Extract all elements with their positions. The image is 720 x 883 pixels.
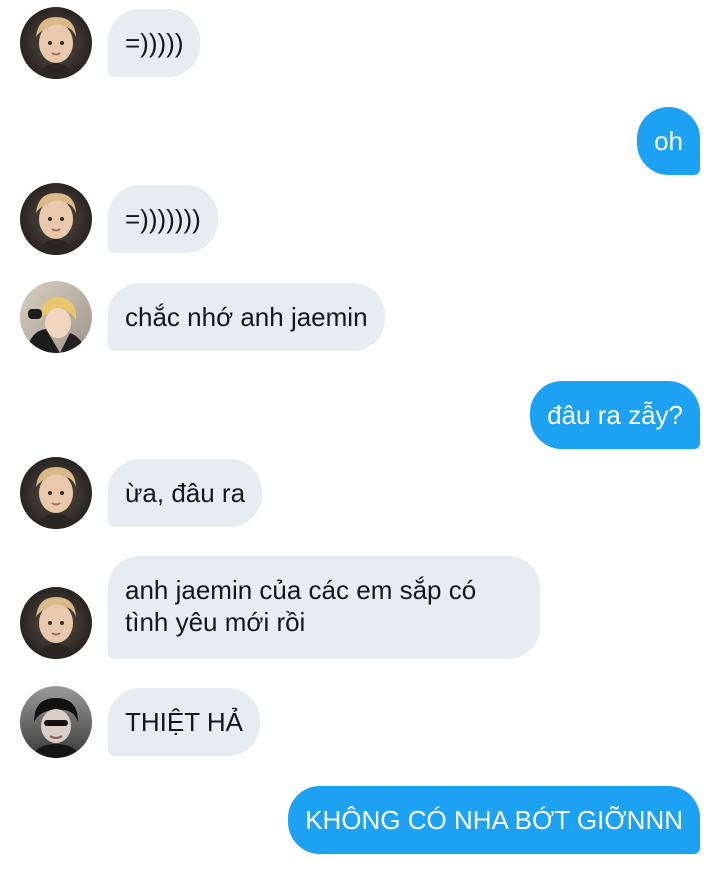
message-bubble[interactable]: THIỆT HẢ (108, 688, 260, 756)
message-bubble[interactable]: ừa, đâu ra (108, 459, 263, 527)
message-bubble[interactable]: KHÔNG CÓ NHA BỚT GIỠNNN (288, 786, 700, 854)
message-bubble[interactable]: =))))))) (108, 185, 218, 253)
message-row: oh (0, 107, 720, 175)
message-row: =))))))) (0, 183, 720, 255)
message-row: ừa, đâu ra (0, 457, 720, 529)
message-row: chắc nhớ anh jaemin (0, 281, 720, 353)
message-row: KHÔNG CÓ NHA BỚT GIỠNNN (0, 786, 720, 854)
message-row: =))))) (0, 7, 720, 79)
message-bubble[interactable]: anh jaemin của các em sắp có tình yêu mớ… (108, 556, 540, 659)
message-bubble[interactable]: chắc nhớ anh jaemin (108, 283, 385, 351)
message-bubble[interactable]: oh (637, 107, 700, 175)
avatar[interactable] (20, 7, 92, 79)
avatar[interactable] (20, 587, 92, 659)
message-bubble[interactable]: =))))) (108, 9, 201, 77)
avatar[interactable] (20, 457, 92, 529)
avatar[interactable] (20, 183, 92, 255)
avatar[interactable] (20, 686, 92, 758)
message-row: đâu ra zẫy? (0, 381, 720, 449)
message-row: anh jaemin của các em sắp có tình yêu mớ… (0, 556, 720, 659)
avatar[interactable] (20, 281, 92, 353)
message-row: THIỆT HẢ (0, 686, 720, 758)
message-bubble[interactable]: đâu ra zẫy? (530, 381, 700, 449)
